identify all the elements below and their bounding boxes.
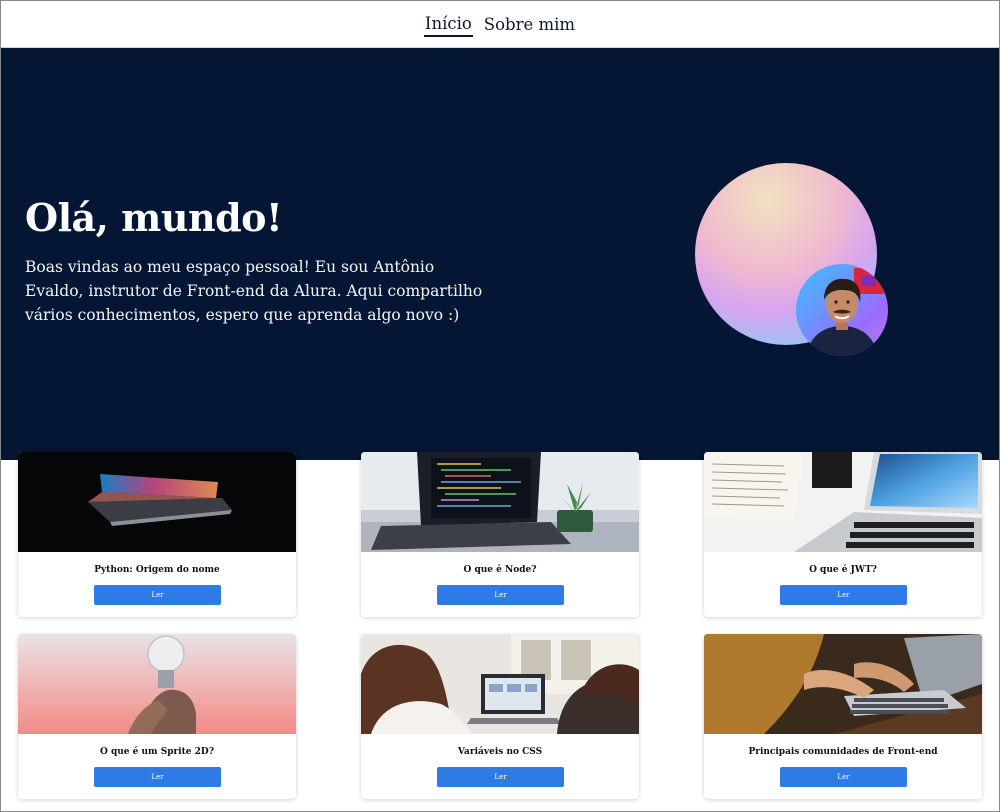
card-title: Principais comunidades de Front-end: [748, 747, 938, 757]
card-title: O que é um Sprite 2D?: [99, 747, 215, 757]
card-title: Python: Origem do nome: [94, 565, 220, 575]
read-button[interactable]: Ler: [94, 767, 221, 787]
nav-link-inicio[interactable]: Início: [423, 12, 473, 37]
article-card: Python: Origem do nome Ler: [18, 452, 296, 617]
article-card: Principais comunidades de Front-end Ler: [704, 634, 982, 799]
card-title: Variáveis no CSS: [457, 747, 543, 757]
article-card: O que é um Sprite 2D? Ler: [18, 634, 296, 799]
read-button[interactable]: Ler: [780, 585, 907, 605]
laptop-code-plant-image: [361, 452, 639, 552]
laptop-book-desk-image: [704, 452, 982, 552]
avatar: [796, 264, 888, 356]
nav-link-sobre-mim[interactable]: Sobre mim: [483, 13, 576, 36]
article-card: O que é Node? Ler: [361, 452, 639, 617]
read-button[interactable]: Ler: [94, 585, 221, 605]
card-title: O que é JWT?: [809, 565, 877, 575]
people-laptop-office-image: [361, 634, 639, 734]
typing-laptop-wood-desk-image: [704, 634, 982, 734]
card-title: O que é Node?: [463, 565, 537, 575]
article-card: Variáveis no CSS Ler: [361, 634, 639, 799]
laptop-dark-rainbow-image: [18, 452, 296, 552]
read-button[interactable]: Ler: [437, 767, 564, 787]
top-nav: Início Sobre mim: [1, 1, 999, 48]
article-card: O que é JWT? Ler: [704, 452, 982, 617]
read-button[interactable]: Ler: [780, 767, 907, 787]
read-button[interactable]: Ler: [437, 585, 564, 605]
hero-title: Olá, mundo!: [25, 195, 283, 240]
hero-section: Olá, mundo! Boas vindas ao meu espaço pe…: [1, 48, 999, 460]
hand-lightbulb-image: [18, 634, 296, 734]
hero-intro-text: Boas vindas ao meu espaço pessoal! Eu so…: [25, 258, 483, 324]
